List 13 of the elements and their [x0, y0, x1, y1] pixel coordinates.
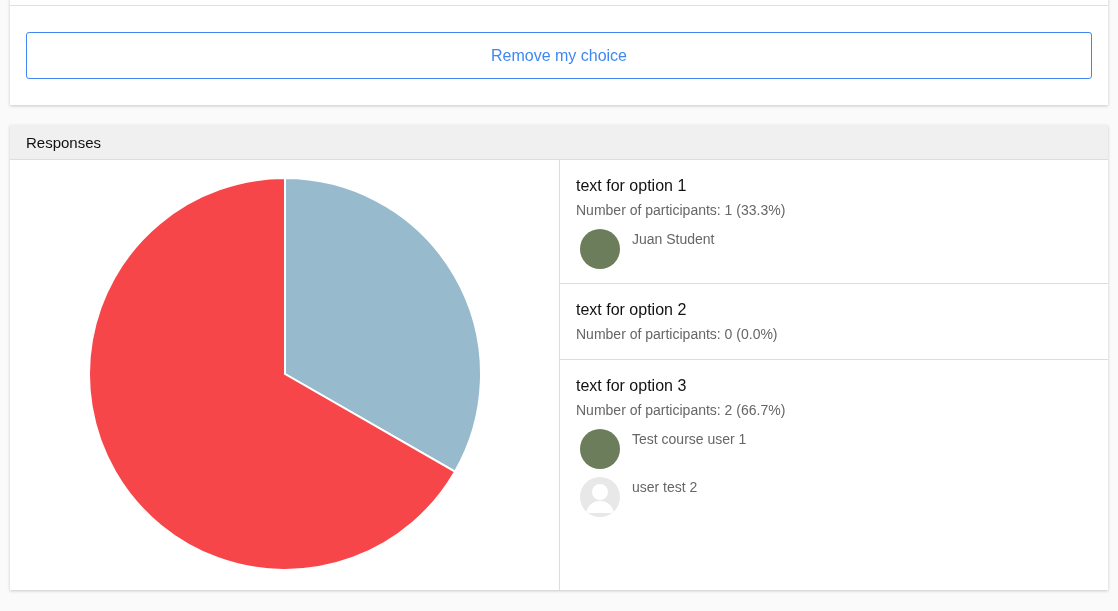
user-name: user test 2: [632, 478, 698, 497]
user-name: Test course user 1: [632, 430, 747, 449]
remove-choice-button[interactable]: Remove my choice: [26, 32, 1092, 79]
option-text: text for option 3: [576, 376, 688, 396]
option-text: text for option 1: [576, 176, 688, 196]
participant-count: Number of participants: 0 (0.0%): [576, 325, 779, 344]
user-name: Juan Student: [632, 230, 715, 249]
avatar-photo-placeholder: [580, 429, 620, 469]
option-text: text for option 2: [576, 300, 688, 320]
participant-count: Number of participants: 1 (33.3%): [576, 201, 787, 220]
avatar-photo-placeholder: [580, 229, 620, 269]
card-title: Responses: [26, 134, 102, 151]
participant-count: Number of participants: 2 (66.7%): [576, 401, 787, 420]
